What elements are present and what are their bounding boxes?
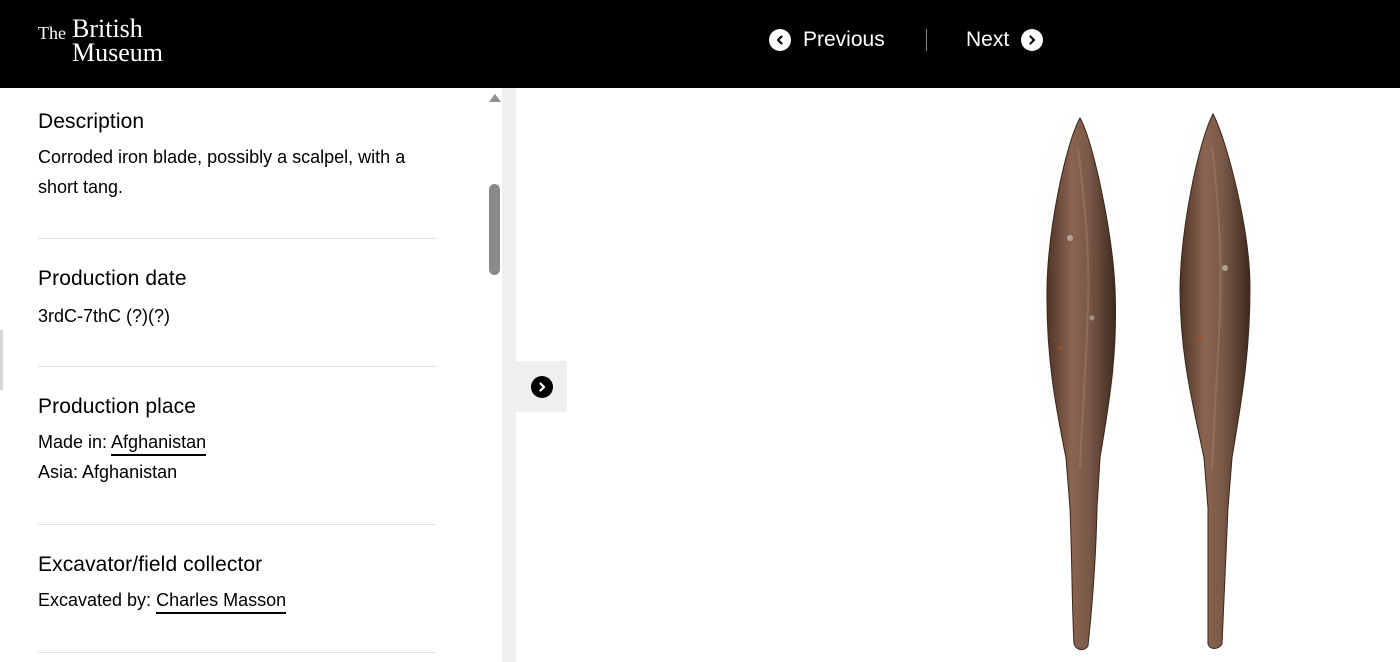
excavator-heading: Excavator/field collector — [38, 553, 263, 576]
object-image — [1025, 88, 1260, 651]
excavated-by-line: Excavated by: Charles Masson — [38, 585, 437, 615]
excavated-by-label: Excavated by: — [38, 590, 157, 610]
production-place-heading: Production place — [38, 395, 197, 418]
scroll-up-arrow-icon[interactable] — [489, 94, 501, 102]
nav-divider — [926, 29, 927, 51]
object-details-panel: Description Corroded iron blade, possibl… — [0, 88, 487, 662]
panel-scrollbar[interactable] — [487, 88, 502, 662]
site-header: The British Museum Previous Next — [0, 0, 1400, 88]
production-date-text: 3rdC-7thC (?)(?) — [38, 306, 171, 326]
description-section: Description Corroded iron blade, possibl… — [38, 110, 437, 202]
description-text: Corroded iron blade, possibly a scalpel,… — [38, 147, 406, 197]
section-divider — [38, 652, 437, 653]
section-divider — [38, 366, 437, 367]
excavator-section: Excavator/field collector Excavated by: … — [38, 553, 437, 615]
logo-museum: Museum — [72, 38, 163, 67]
previous-label: Previous — [803, 28, 885, 51]
side-tab — [0, 330, 3, 390]
region-text: Asia: Afghanistan — [38, 462, 178, 482]
logo-the: The — [38, 23, 66, 43]
chevron-right-circle-icon — [1021, 29, 1044, 51]
previous-button[interactable]: Previous — [769, 26, 885, 54]
afghanistan-link[interactable]: Afghanistan — [111, 432, 207, 456]
description-heading: Description — [38, 110, 145, 133]
made-in-label: Made in: — [38, 432, 112, 452]
production-place-section: Production place Made in: Afghanistan As… — [38, 395, 437, 487]
chevron-right-circle-icon — [530, 375, 553, 398]
next-button[interactable]: Next — [966, 26, 1044, 54]
charles-masson-link[interactable]: Charles Masson — [156, 590, 287, 614]
collapse-panel-button[interactable] — [516, 361, 567, 412]
section-divider — [38, 238, 437, 239]
chevron-left-circle-icon — [769, 29, 791, 51]
made-in-line: Made in: Afghanistan — [38, 427, 437, 457]
section-divider — [38, 524, 437, 525]
panel-edge — [502, 88, 516, 662]
production-date-heading: Production date — [38, 267, 187, 290]
production-date-section: Production date 3rdC-7thC (?)(?) — [38, 267, 437, 331]
scrollbar-thumb[interactable] — [489, 184, 500, 275]
next-label: Next — [966, 28, 1010, 51]
